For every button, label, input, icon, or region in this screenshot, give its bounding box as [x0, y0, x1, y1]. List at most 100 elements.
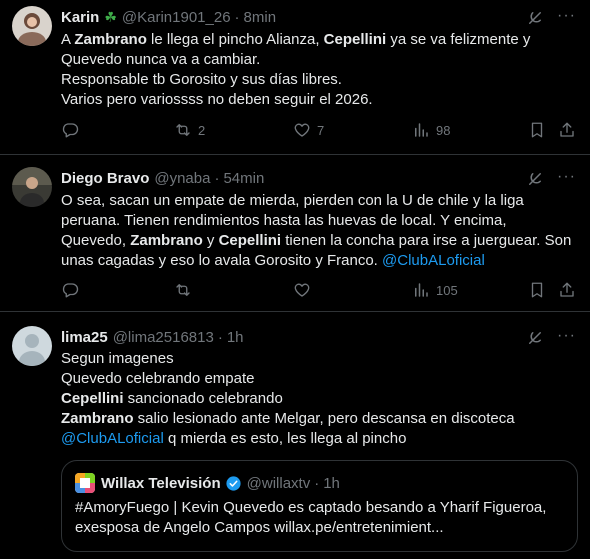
tweet-diego-bravo[interactable]: Diego Bravo @ynaba · 54min ··· O sea, sa…	[0, 155, 590, 312]
action-bar: 2 7 98	[61, 121, 580, 141]
text-line: Quevedo, Zambrano y Cepellini tienen la …	[61, 231, 581, 251]
text-segment: O sea, sacan un empate de mierda, pierde…	[61, 192, 524, 209]
repost-button[interactable]: 2	[174, 121, 205, 139]
tweet-header: lima25 @lima2516813 · 1h	[61, 326, 244, 348]
text-line: Segun imagenes	[61, 349, 581, 369]
view-count: 105	[436, 282, 458, 298]
text-segment: Segun imagenes	[61, 350, 174, 367]
text-segment: Responsable tb Gorosito y sus días libre…	[61, 71, 342, 88]
share-button[interactable]	[558, 281, 576, 299]
share-icon	[560, 282, 574, 297]
quoted-tweet[interactable]: Willax Televisión @willaxtv · 1h #AmoryF…	[61, 460, 578, 552]
separator-dot: ·	[234, 8, 240, 26]
tweet-text: O sea, sacan un empate de mierda, pierde…	[61, 191, 581, 271]
tweet-karin[interactable]: Karin ☘ @Karin1901_26 · 8min ··· A Zambr…	[0, 0, 590, 155]
more-options-icon[interactable]: ···	[557, 327, 576, 345]
grok-icon[interactable]	[526, 9, 544, 27]
text-line: unas cagadas y eso lo avala Gorosito y F…	[61, 251, 581, 271]
views-button[interactable]: 105	[412, 281, 458, 299]
quoted-timestamp: 1h	[323, 474, 340, 492]
like-count: 7	[317, 122, 325, 138]
bookmark-button[interactable]	[528, 121, 546, 139]
bold-text: Zambrano	[130, 232, 203, 249]
text-segment: Varios pero variossss no deben seguir el…	[61, 91, 373, 108]
grok-icon[interactable]	[526, 329, 544, 347]
tweet-header: Diego Bravo @ynaba · 54min	[61, 167, 264, 189]
tweet-text: Segun imagenes Quevedo celebrando empate C…	[61, 349, 581, 449]
tweet-header: Karin ☘ @Karin1901_26 · 8min	[61, 6, 276, 28]
reply-button[interactable]	[61, 121, 85, 139]
handle[interactable]: @lima2516813	[113, 329, 214, 346]
bookmark-button[interactable]	[528, 281, 546, 299]
display-name[interactable]: Diego Bravo	[61, 170, 149, 187]
timestamp[interactable]: 1h	[227, 329, 244, 346]
views-button[interactable]: 98	[412, 121, 450, 139]
separator-dot: ·	[217, 328, 223, 346]
more-options-icon[interactable]: ···	[557, 7, 576, 25]
text-line: Quevedo celebrando empate	[61, 369, 581, 389]
text-segment: peruana. Tienen rendimientos hasta las h…	[61, 212, 507, 229]
display-name[interactable]: lima25	[61, 329, 108, 346]
repost-count: 2	[198, 122, 206, 138]
tweet-lima25[interactable]: lima25 @lima2516813 · 1h ··· Segun image…	[0, 312, 590, 559]
text-line: peruana. Tienen rendimientos hasta las h…	[61, 211, 581, 231]
view-count: 98	[436, 122, 451, 138]
repost-button[interactable]	[174, 281, 198, 299]
text-line: Varios pero variossss no deben seguir el…	[61, 90, 581, 110]
text-segment: tienen la concha para irse a juerguear. …	[281, 232, 572, 249]
like-button[interactable]: 7	[293, 121, 324, 139]
bold-text: Cepellini	[218, 232, 282, 249]
mention-link[interactable]: @ClubALoficial	[382, 252, 485, 269]
more-options-icon[interactable]: ···	[557, 168, 576, 186]
avatar[interactable]	[12, 6, 52, 46]
text-segment: sancionado celebrando	[123, 390, 283, 407]
grok-icon[interactable]	[526, 170, 544, 188]
text-segment: le llega el pincho Alianza,	[146, 31, 324, 48]
reply-button[interactable]	[61, 281, 85, 299]
quoted-tweet-header: Willax Televisión @willaxtv · 1h	[75, 473, 340, 493]
quoted-text-line: #AmoryFuego | Kevin Quevedo es captado b…	[75, 499, 547, 516]
avatar[interactable]	[12, 167, 52, 207]
bookmark-icon	[531, 122, 543, 138]
share-button[interactable]	[558, 121, 576, 139]
mention-link[interactable]: @ClubALoficial	[61, 430, 164, 447]
share-icon	[560, 122, 574, 137]
text-segment: q mierda es esto, les llega al pincho	[163, 430, 407, 447]
bold-text: Zambrano	[61, 410, 134, 427]
like-button[interactable]	[293, 281, 317, 299]
clover-icon: ☘	[104, 8, 117, 25]
heart-icon	[294, 283, 310, 297]
separator-dot: ·	[214, 169, 220, 187]
repost-icon	[176, 284, 190, 296]
text-line: Responsable tb Gorosito y sus días libre…	[61, 70, 581, 90]
views-chart-icon	[415, 283, 428, 297]
separator-dot: ·	[314, 474, 320, 492]
text-line: @ClubALoficial q mierda es esto, les lle…	[61, 429, 581, 449]
handle[interactable]: @ynaba	[154, 170, 210, 187]
text-line: A Zambrano le llega el pincho Alianza, C…	[61, 30, 581, 50]
avatar-photo	[12, 167, 52, 207]
bold-text: Cepellini	[61, 390, 124, 407]
bold-text: Cepellini	[323, 31, 387, 48]
timestamp[interactable]: 54min	[223, 170, 264, 187]
text-line: O sea, sacan un empate de mierda, pierde…	[61, 191, 581, 211]
repost-icon	[176, 124, 190, 136]
reply-icon	[62, 283, 79, 298]
quoted-text-line: exesposa de Angelo Campos willax.pe/entr…	[75, 519, 444, 536]
quoted-display-name: Willax Televisión	[101, 474, 221, 492]
timestamp[interactable]: 8min	[244, 9, 277, 26]
text-segment: Quevedo nunca va a cambiar.	[61, 51, 261, 68]
text-segment: unas cagadas y eso lo avala Gorosito y F…	[61, 252, 383, 269]
text-segment: A	[61, 31, 75, 48]
bold-text: Zambrano	[74, 31, 147, 48]
heart-icon	[294, 123, 310, 137]
reply-icon	[62, 123, 79, 138]
handle[interactable]: @Karin1901_26	[122, 9, 231, 26]
tweet-text: A Zambrano le llega el pincho Alianza, C…	[61, 30, 581, 110]
display-name[interactable]: Karin	[61, 9, 99, 26]
text-segment: Quevedo,	[61, 232, 131, 249]
default-avatar-icon	[12, 326, 52, 366]
quoted-tweet-text: #AmoryFuego | Kevin Quevedo es captado b…	[75, 498, 570, 538]
willax-logo-icon	[75, 473, 95, 493]
avatar[interactable]	[12, 326, 52, 366]
